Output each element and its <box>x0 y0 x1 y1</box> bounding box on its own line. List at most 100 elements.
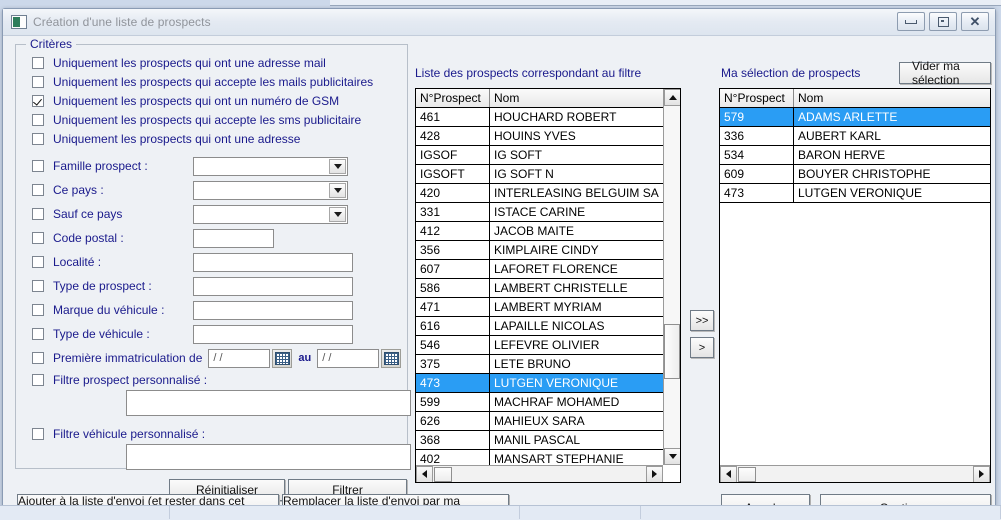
maximize-button[interactable] <box>929 12 957 31</box>
cell-name: MANIL PASCAL <box>494 433 581 447</box>
table-row[interactable]: 586 LAMBERT CHRISTELLE <box>416 279 680 298</box>
table-row[interactable]: 599 MACHRAF MOHAMED <box>416 393 680 412</box>
cell-id: 579 <box>720 108 794 126</box>
checkbox-accepts-ad-mails[interactable] <box>32 75 44 88</box>
table-row[interactable]: 471 LAMBERT MYRIAM <box>416 298 680 317</box>
combo-famille-prospect[interactable] <box>193 156 348 176</box>
add-one-button[interactable]: > <box>690 337 714 358</box>
checkbox-code-postal[interactable] <box>32 232 44 244</box>
cell-name: JACOB MAITE <box>494 224 575 238</box>
table-row[interactable]: 368 MANIL PASCAL <box>416 431 680 450</box>
checkbox-marque-vehicule[interactable] <box>32 304 44 316</box>
checkbox-type-vehicule[interactable] <box>32 328 44 340</box>
checkbox-has-address[interactable] <box>32 132 44 145</box>
cell-id: 420 <box>416 184 490 202</box>
close-button[interactable]: ✕ <box>961 12 989 31</box>
checkbox-sauf-ce-pays[interactable] <box>32 208 44 220</box>
criteria-checkbox-row[interactable]: Uniquement les prospects qui accepte les… <box>16 110 407 129</box>
scroll-right-icon[interactable] <box>973 465 990 482</box>
vertical-scroll-thumb[interactable] <box>664 324 680 379</box>
input-marque-vehicule[interactable] <box>193 300 353 320</box>
input-localite[interactable] <box>193 252 353 272</box>
criteria-checkbox-row[interactable]: Uniquement les prospects qui ont un numé… <box>16 91 407 110</box>
selection-listbox[interactable]: N°Prospect Nom 579 ADAMS ARLETTE 336 AUBER… <box>719 88 991 483</box>
table-row[interactable]: 375 LETE BRUNO <box>416 355 680 374</box>
criteria-checkbox-row[interactable]: Uniquement les prospects qui ont une adr… <box>16 53 407 72</box>
results-listbox[interactable]: N°Prospect Nom 461 HOUCHARD ROBERT 428 HOU… <box>415 88 681 483</box>
input-code-postal[interactable] <box>193 228 274 248</box>
field-row-marque-vehicule: Marque du véhicule : <box>16 298 407 322</box>
table-row[interactable]: 546 LEFEVRE OLIVIER <box>416 336 680 355</box>
combo-sauf-ce-pays[interactable] <box>193 204 348 224</box>
selection-horizontal-scrollbar[interactable] <box>720 465 990 482</box>
chevron-down-icon[interactable] <box>329 182 346 198</box>
table-row[interactable]: 534 BARON HERVE <box>720 146 990 165</box>
table-row-selected[interactable]: 473 LUTGEN VERONIQUE <box>416 374 680 393</box>
chevron-down-icon[interactable] <box>329 158 346 174</box>
chevron-down-icon[interactable] <box>329 206 346 222</box>
checkbox-custom-vehicle-filter[interactable] <box>32 428 44 440</box>
field-row-code-postal: Code postal : <box>16 226 407 250</box>
table-row-selected[interactable]: 579 ADAMS ARLETTE <box>720 108 990 127</box>
input-type-vehicule[interactable] <box>193 324 353 344</box>
table-row[interactable]: 336 AUBERT KARL <box>720 127 990 146</box>
table-row[interactable]: 616 LAPAILLE NICOLAS <box>416 317 680 336</box>
table-row[interactable]: 607 LAFORET FLORENCE <box>416 260 680 279</box>
criteria-checkbox-row[interactable]: Uniquement les prospects qui ont une adr… <box>16 129 407 148</box>
results-list-body: 461 HOUCHARD ROBERT 428 HOUINS YVES IGSOF I… <box>416 108 680 468</box>
clear-selection-button[interactable]: Vider ma sélection <box>899 59 991 87</box>
table-row[interactable]: 626 MAHIEUX SARA <box>416 412 680 431</box>
table-row[interactable]: 473 LUTGEN VERONIQUE <box>720 184 990 203</box>
calendar-from-button[interactable] <box>272 348 293 368</box>
scroll-left-icon[interactable] <box>416 465 433 482</box>
minimize-button[interactable] <box>897 12 925 31</box>
title-bar[interactable]: Création d'une liste de prospects ✕ <box>3 9 995 36</box>
cell-id: 331 <box>416 203 490 221</box>
input-custom-vehicle-filter[interactable] <box>126 444 411 470</box>
criteria-group: Critères Uniquement les prospects qui on… <box>15 37 411 501</box>
horizontal-scroll-thumb[interactable] <box>434 466 452 482</box>
input-date-from[interactable]: / / <box>208 348 271 368</box>
table-row[interactable]: 461 HOUCHARD ROBERT <box>416 108 680 127</box>
calendar-to-button[interactable] <box>381 348 402 368</box>
add-all-button[interactable]: >> <box>690 310 714 331</box>
table-row[interactable]: 356 KIMPLAIRE CINDY <box>416 241 680 260</box>
horizontal-scroll-thumb[interactable] <box>738 466 756 482</box>
checkbox-type-prospect[interactable] <box>32 280 44 292</box>
cell-id: 534 <box>720 146 794 164</box>
criteria-checkbox-row[interactable]: Uniquement les prospects qui accepte les… <box>16 72 407 91</box>
field-row-custom-vehicle-filter[interactable]: Filtre véhicule personnalisé : <box>16 424 407 444</box>
table-row[interactable]: 609 BOUYER CHRISTOPHE <box>720 165 990 184</box>
scroll-right-icon[interactable] <box>646 465 663 482</box>
cell-name: IG SOFT <box>494 148 542 162</box>
desktop-taskbar-strip <box>0 505 1001 520</box>
table-row[interactable]: 420 INTERLEASING BELGUIM SA <box>416 184 680 203</box>
input-custom-prospect-filter[interactable] <box>126 390 411 416</box>
table-row[interactable]: 428 HOUINS YVES <box>416 127 680 146</box>
scroll-left-icon[interactable] <box>720 465 737 482</box>
checkbox-custom-prospect-filter[interactable] <box>32 374 44 386</box>
cell-name: ISTACE CARINE <box>494 205 586 219</box>
table-row[interactable]: 412 JACOB MAITE <box>416 222 680 241</box>
checkbox-famille-prospect[interactable] <box>32 160 44 172</box>
checkbox-localite[interactable] <box>32 256 44 268</box>
checkbox-ce-pays[interactable] <box>32 184 44 196</box>
cell-id: 412 <box>416 222 490 240</box>
cell-id: 471 <box>416 298 490 316</box>
table-row[interactable]: IGSOFT IG SOFT N <box>416 165 680 184</box>
scroll-down-icon[interactable] <box>664 448 680 465</box>
results-horizontal-scrollbar[interactable] <box>416 465 663 482</box>
field-row-custom-prospect-filter[interactable]: Filtre prospect personnalisé : <box>16 370 407 390</box>
combo-ce-pays[interactable] <box>193 180 348 200</box>
scroll-up-icon[interactable] <box>664 89 680 106</box>
cell-name: MAHIEUX SARA <box>494 414 585 428</box>
table-row[interactable]: 331 ISTACE CARINE <box>416 203 680 222</box>
table-row[interactable]: IGSOF IG SOFT <box>416 146 680 165</box>
input-date-to[interactable]: / / <box>317 348 380 368</box>
checkbox-accepts-ad-sms[interactable] <box>32 113 44 126</box>
checkbox-premiere-immatriculation[interactable] <box>32 352 44 364</box>
checkbox-mail-address[interactable] <box>32 56 44 69</box>
checkbox-has-gsm[interactable] <box>32 94 44 107</box>
results-vertical-scrollbar[interactable] <box>663 89 680 465</box>
input-type-prospect[interactable] <box>193 276 353 296</box>
